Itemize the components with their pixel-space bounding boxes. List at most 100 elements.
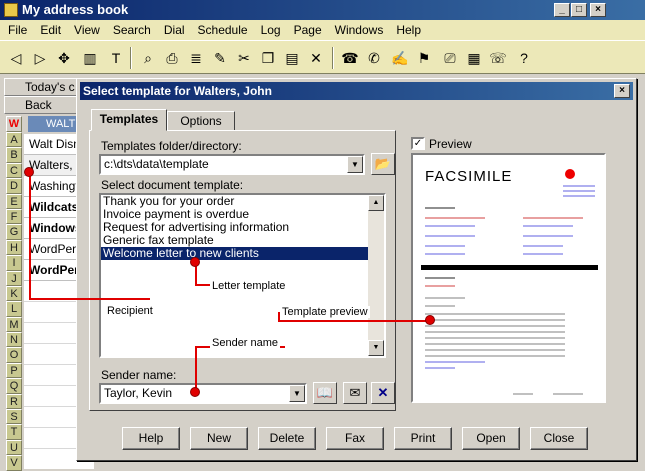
close-button[interactable]: Close (530, 427, 588, 450)
scroll-up-icon[interactable]: ▲ (368, 195, 384, 211)
template-list[interactable]: Thank you for your order Invoice payment… (99, 193, 386, 358)
dialog-titlebar: Select template for Walters, John × (80, 82, 633, 100)
letter-i[interactable]: I (6, 255, 22, 271)
list-item-selected[interactable]: Welcome letter to new clients (101, 247, 384, 260)
letter-t[interactable]: T (6, 424, 22, 440)
maximize-button[interactable]: □ (571, 3, 587, 17)
menu-windows[interactable]: Windows (327, 20, 389, 40)
font-icon[interactable]: T (104, 46, 128, 70)
template-preview-dot (425, 315, 435, 325)
arrow-right-icon[interactable]: ▷ (28, 46, 52, 70)
folder-label: Templates folder/directory: (101, 139, 242, 153)
menu-search[interactable]: Search (105, 20, 156, 40)
letter-template-dot (190, 257, 200, 267)
letter-n[interactable]: N (6, 332, 22, 348)
letter-e[interactable]: E (6, 193, 22, 209)
scissors-icon[interactable]: ✂ (232, 46, 256, 70)
minimize-button[interactable]: _ (554, 3, 570, 17)
fax-button[interactable]: Fax (326, 427, 384, 450)
search-icon[interactable]: ⌕ (136, 46, 160, 70)
copy-icon[interactable]: ❐ (256, 46, 280, 70)
write-icon[interactable]: ✍ (388, 46, 412, 70)
help-icon[interactable]: ? (512, 46, 536, 70)
app-titlebar: My address book _ □ × (0, 0, 645, 20)
letter-j[interactable]: J (6, 270, 22, 286)
letter-s[interactable]: S (6, 409, 22, 425)
preview-checkbox[interactable]: ✓ (411, 137, 425, 150)
phone-icon[interactable]: ☏ (486, 46, 510, 70)
arrow-left-icon[interactable]: ◁ (4, 46, 28, 70)
help-button[interactable]: Help (122, 427, 180, 450)
paste-icon[interactable]: ▤ (280, 46, 304, 70)
letter-o[interactable]: O (6, 347, 22, 363)
letter-b[interactable]: B (6, 147, 22, 163)
dialog-close-icon[interactable]: × (614, 84, 630, 98)
menu-dial[interactable]: Dial (156, 20, 190, 40)
annotation-line (29, 298, 150, 300)
open-button[interactable]: Open (462, 427, 520, 450)
preview-label: Preview (429, 137, 472, 151)
edit-sender-icon[interactable]: ✉ (343, 382, 367, 404)
letter-p[interactable]: P (6, 362, 22, 379)
letter-l[interactable]: L (6, 301, 22, 317)
menu-help[interactable]: Help (388, 20, 426, 40)
current-letter-w[interactable]: W (6, 116, 22, 132)
move-icon[interactable]: ✥ (52, 46, 76, 70)
letter-g[interactable]: G (6, 224, 22, 240)
sender-label: Sender name: (101, 368, 177, 382)
chevron-down-icon[interactable]: ▼ (347, 156, 363, 173)
calendar-icon[interactable]: ▦ (462, 46, 486, 70)
letter-m[interactable]: M (6, 316, 22, 333)
edit-pen-icon[interactable]: ✎ (208, 46, 232, 70)
hangup-icon[interactable]: ✆ (362, 46, 386, 70)
delete-x-icon[interactable]: ✕ (371, 382, 395, 404)
delete-button[interactable]: Delete (258, 427, 316, 450)
open-folder-icon[interactable]: 📂 (371, 153, 395, 175)
notes-icon[interactable]: ≣ (184, 46, 208, 70)
dialog-title: Select template for Walters, John (83, 84, 272, 98)
letter-f[interactable]: F (6, 208, 22, 225)
print-icon[interactable]: ⎙ (160, 46, 184, 70)
flag-icon[interactable]: ⚑ (412, 46, 436, 70)
menu-file[interactable]: File (0, 20, 32, 40)
letter-r[interactable]: R (6, 393, 22, 410)
app-title: My address book (22, 2, 129, 17)
letter-c[interactable]: C (6, 162, 22, 179)
annotation-line (29, 172, 31, 300)
menu-view[interactable]: View (66, 20, 105, 40)
columns-icon[interactable]: ▥ (78, 46, 102, 70)
dial-icon[interactable]: ☎ (338, 46, 362, 70)
fax-icon[interactable]: ⎚ (438, 46, 462, 70)
letter-v[interactable]: V (6, 455, 22, 471)
annotation-line (195, 346, 197, 392)
menu-schedule[interactable]: Schedule (190, 20, 253, 40)
new-button[interactable]: New (190, 427, 248, 450)
letter-index: A B C D E F G H I J K L M N O P Q R S T … (6, 132, 22, 471)
menu-edit[interactable]: Edit (32, 20, 66, 40)
letter-a[interactable]: A (6, 132, 22, 148)
annotation-letter-template: Letter template (210, 280, 288, 292)
template-list-scrollbar[interactable]: ▲ ▼ (368, 195, 384, 356)
letter-q[interactable]: Q (6, 378, 22, 394)
letter-u[interactable]: U (6, 439, 22, 456)
sender-select[interactable]: Taylor, Kevin ▼ (99, 383, 307, 404)
preview-divider (421, 265, 598, 270)
menu-log[interactable]: Log (253, 20, 286, 40)
letter-d[interactable]: D (6, 178, 22, 194)
tab-templates[interactable]: Templates (91, 109, 167, 131)
letter-h[interactable]: H (6, 239, 22, 256)
address-book-icon[interactable]: 📖 (313, 382, 337, 404)
print-button[interactable]: Print (394, 427, 452, 450)
scroll-down-icon[interactable]: ▼ (368, 340, 384, 356)
letter-k[interactable]: K (6, 285, 22, 302)
address-book-icon (4, 3, 18, 17)
close-icon[interactable]: × (590, 3, 606, 17)
annotation-recipient: Recipient (105, 305, 155, 317)
toolbar: ◁ ▷ ✥ ▥ T ⌕ ⎙ ≣ ✎ ✂ ❐ ▤ ✕ ☎ ✆ ✍ ⚑ ⎚ ▦ ☏ … (0, 40, 645, 74)
delete-x-icon[interactable]: ✕ (304, 46, 328, 70)
preview-logo (565, 169, 575, 179)
menu-page[interactable]: Page (286, 20, 327, 40)
chevron-down-icon[interactable]: ▼ (289, 385, 305, 402)
folder-select[interactable]: c:\dts\data\template ▼ (99, 154, 365, 175)
tab-options[interactable]: Options (167, 111, 235, 131)
